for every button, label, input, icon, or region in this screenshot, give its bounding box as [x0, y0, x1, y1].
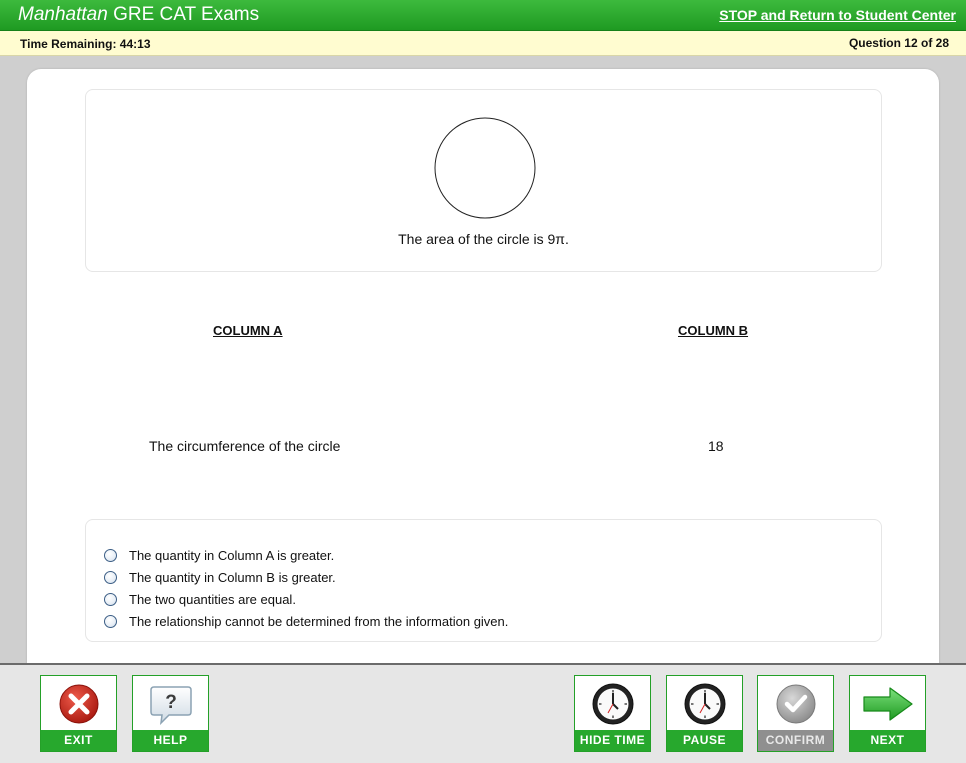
answer-choice-label: The two quantities are equal. — [129, 591, 296, 607]
answer-choice-label: The quantity in Column A is greater. — [129, 547, 335, 563]
app-header: Manhattan GRE CAT Exams STOP and Return … — [0, 0, 966, 31]
radio-button[interactable] — [104, 570, 117, 584]
close-icon — [59, 684, 98, 723]
brand-name: Manhattan — [18, 4, 108, 25]
svg-text:?: ? — [165, 692, 177, 713]
help-button-label: HELP — [133, 730, 208, 751]
question-stem: The area of the circle is 9π. — [398, 231, 569, 247]
column-b-header: COLUMN B — [678, 323, 749, 338]
hide-time-button-label: HIDE TIME — [575, 730, 650, 751]
clock-icon — [684, 683, 725, 724]
answer-choice-d[interactable]: The relationship cannot be determined fr… — [104, 612, 508, 630]
clock-icon — [592, 683, 633, 724]
pause-button[interactable]: PAUSE — [666, 675, 743, 752]
answer-choice-label: The quantity in Column B is greater. — [129, 569, 336, 585]
next-button[interactable]: NEXT — [849, 675, 926, 752]
radio-button[interactable] — [104, 614, 117, 628]
circle-figure — [434, 117, 536, 219]
help-bubble-icon: ? — [149, 685, 192, 725]
column-a-quantity: The circumference of the circle — [149, 438, 341, 454]
checkmark-icon — [776, 684, 815, 723]
hide-time-button[interactable]: HIDE TIME — [574, 675, 651, 752]
exit-button[interactable]: EXIT — [40, 675, 117, 752]
stop-return-link[interactable]: STOP and Return to Student Center — [719, 7, 956, 23]
status-bar: Time Remaining: 44:13 Question 12 of 28 — [0, 31, 966, 56]
answer-choice-label: The relationship cannot be determined fr… — [129, 613, 509, 629]
next-button-label: NEXT — [850, 730, 925, 751]
answer-choices: The quantity in Column A is greater. The… — [85, 519, 882, 642]
radio-button[interactable] — [104, 592, 117, 606]
question-stem-box: The area of the circle is 9π. — [85, 89, 882, 272]
answer-choice-c[interactable]: The two quantities are equal. — [104, 590, 296, 608]
answer-choice-a[interactable]: The quantity in Column A is greater. — [104, 546, 334, 564]
confirm-button-label: CONFIRM — [758, 730, 833, 751]
exit-button-label: EXIT — [41, 730, 116, 751]
column-b-quantity: 18 — [708, 438, 724, 454]
brand-product: GRE CAT Exams — [107, 4, 260, 25]
app-title: Manhattan GRE CAT Exams — [18, 4, 259, 26]
answer-choice-b[interactable]: The quantity in Column B is greater. — [104, 568, 336, 586]
radio-button[interactable] — [104, 548, 117, 562]
arrow-right-icon — [862, 686, 913, 721]
question-counter: Question 12 of 28 — [848, 36, 949, 50]
time-remaining: Time Remaining: 44:13 — [20, 37, 151, 51]
pause-button-label: PAUSE — [667, 730, 742, 751]
confirm-button[interactable]: CONFIRM — [757, 675, 834, 752]
help-button[interactable]: ? HELP — [132, 675, 209, 752]
column-a-header: COLUMN A — [213, 323, 283, 338]
